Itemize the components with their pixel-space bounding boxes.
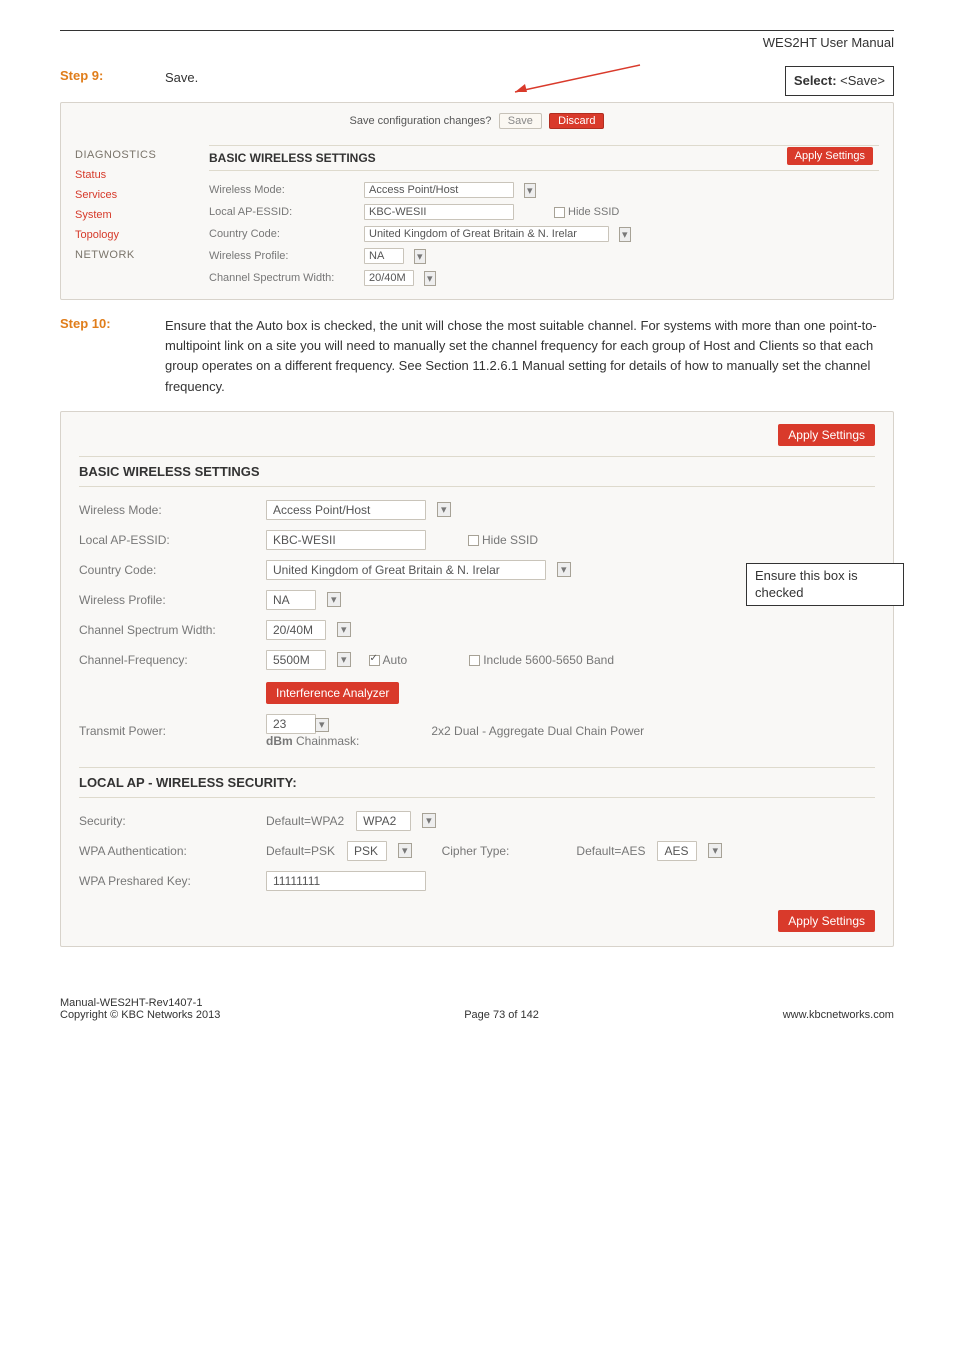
nav-network[interactable]: NETWORK [75,245,187,265]
local-ap-essid-value-2[interactable]: KBC-WESII [266,530,426,550]
wireless-mode-label-2: Wireless Mode: [79,503,254,517]
wireless-mode-value[interactable]: Access Point/Host [364,182,514,198]
wpa-preshared-key-value[interactable]: 11111111 [266,871,426,891]
wpa-auth-label: WPA Authentication: [79,844,254,858]
csw-label-2: Channel Spectrum Width: [79,623,254,637]
include-band-checkbox[interactable] [469,655,480,666]
wireless-profile-value-2[interactable]: NA [266,590,316,610]
nav-topology[interactable]: Topology [75,225,187,245]
csw-label: Channel Spectrum Width: [209,272,354,284]
wireless-profile-dropdown-icon[interactable]: ▾ [414,249,426,264]
footer-left-2: Copyright © KBC Networks 2013 [60,1009,220,1021]
country-code-value[interactable]: United Kingdom of Great Britain & N. Ire… [364,226,609,242]
interference-analyzer-button[interactable]: Interference Analyzer [266,682,399,704]
profile-dropdown-icon-2[interactable]: ▾ [327,592,341,607]
screenshot-2: Apply Settings BASIC WIRELESS SETTINGS W… [60,411,894,947]
select-callout: Select: <Save> [785,66,894,96]
sidebar: DIAGNOSTICS Status Services System Topol… [75,145,187,289]
nav-services[interactable]: Services [75,185,187,205]
security-value[interactable]: WPA2 [356,811,411,831]
ensure-callout: Ensure this box is checked [746,563,904,607]
hide-ssid-wrap: Hide SSID [554,206,619,218]
cipher-value[interactable]: AES [657,841,697,861]
cipher-type-label: Cipher Type: [442,844,510,858]
auto-checkbox[interactable] [369,655,380,666]
apply-settings-button-top[interactable]: Apply Settings [778,424,875,446]
save-button[interactable]: Save [499,113,542,129]
step10-label: Step 10: [60,316,165,331]
include-band-label: Include 5600-5650 Band [483,653,614,667]
country-code-value-2[interactable]: United Kingdom of Great Britain & N. Ire… [266,560,546,580]
page-footer: Manual-WES2HT-Rev1407-1 Copyright © KBC … [60,997,894,1021]
section-title-security: LOCAL AP - WIRELESS SECURITY: [79,767,875,798]
country-code-dropdown-icon[interactable]: ▾ [619,227,631,242]
select-value: <Save> [840,73,885,88]
wireless-mode-dropdown-icon[interactable]: ▾ [524,183,536,198]
select-prefix: Select: [794,73,840,88]
transmit-power-value[interactable]: 23 [266,714,316,734]
nav-status[interactable]: Status [75,165,187,185]
cipher-default: Default=AES [576,844,645,858]
csw-value[interactable]: 20/40M [364,270,414,286]
channel-freq-label: Channel-Frequency: [79,653,254,667]
cipher-dropdown-icon[interactable]: ▾ [708,843,722,858]
nav-system[interactable]: System [75,205,187,225]
screenshot-1: Save configuration changes? Save Discard… [60,102,894,300]
include-wrap: Include 5600-5650 Band [469,653,614,667]
chain-info: 2x2 Dual - Aggregate Dual Chain Power [431,724,644,738]
country-dropdown-icon-2[interactable]: ▾ [557,562,571,577]
wireless-mode-dropdown-icon-2[interactable]: ▾ [437,502,451,517]
local-ap-essid-label-2: Local AP-ESSID: [79,533,254,547]
wpa-auth-dropdown-icon[interactable]: ▾ [398,843,412,858]
wpa-auth-value[interactable]: PSK [347,841,387,861]
transmit-power-label: Transmit Power: [79,724,254,738]
step9-action: Save. [165,70,198,85]
wireless-profile-label-2: Wireless Profile: [79,593,254,607]
discard-button[interactable]: Discard [549,113,604,129]
apply-settings-button-bottom[interactable]: Apply Settings [778,910,875,932]
hide-ssid-label-2: Hide SSID [482,533,538,547]
csw-dropdown-icon[interactable]: ▾ [424,271,436,286]
transmit-power-dropdown-icon[interactable]: ▾ [315,718,329,732]
save-question: Save configuration changes? [350,115,492,127]
hide-ssid-wrap-2: Hide SSID [468,533,538,547]
hide-ssid-checkbox-2[interactable] [468,535,479,546]
nav-diagnostics[interactable]: DIAGNOSTICS [75,145,187,165]
channel-freq-dropdown-icon[interactable]: ▾ [337,652,351,667]
section-title-basic-2: BASIC WIRELESS SETTINGS [79,456,875,487]
security-dropdown-icon[interactable]: ▾ [422,813,436,828]
csw-value-2[interactable]: 20/40M [266,620,326,640]
footer-left-1: Manual-WES2HT-Rev1407-1 [60,997,220,1009]
footer-center: Page 73 of 142 [464,1009,539,1021]
hide-ssid-label: Hide SSID [568,206,619,218]
country-code-label-2: Country Code: [79,563,254,577]
local-ap-essid-value[interactable]: KBC-WESII [364,204,514,220]
dbm-chainmask-label: dBm Chainmask: [266,734,359,748]
wireless-profile-value[interactable]: NA [364,248,404,264]
step9-label: Step 9: [60,68,165,83]
auto-label: Auto [383,653,408,667]
wireless-profile-label: Wireless Profile: [209,250,354,262]
local-ap-essid-label: Local AP-ESSID: [209,206,354,218]
csw-dropdown-icon-2[interactable]: ▾ [337,622,351,637]
country-code-label: Country Code: [209,228,354,240]
security-default: Default=WPA2 [266,814,344,828]
section-title-basic: BASIC WIRELESS SETTINGS [209,145,879,171]
apply-settings-button[interactable]: Apply Settings [787,147,873,165]
footer-right: www.kbcnetworks.com [783,1009,894,1021]
hide-ssid-checkbox[interactable] [554,207,565,218]
auto-wrap: Auto [369,653,408,667]
security-label: Security: [79,814,254,828]
channel-freq-value[interactable]: 5500M [266,650,326,670]
wpa-preshared-key-label: WPA Preshared Key: [79,874,254,888]
wireless-mode-value-2[interactable]: Access Point/Host [266,500,426,520]
page-title: WES2HT User Manual [60,35,894,50]
wpa-auth-default: Default=PSK [266,844,335,858]
step10-text: Ensure that the Auto box is checked, the… [165,316,894,397]
wireless-mode-label: Wireless Mode: [209,184,354,196]
